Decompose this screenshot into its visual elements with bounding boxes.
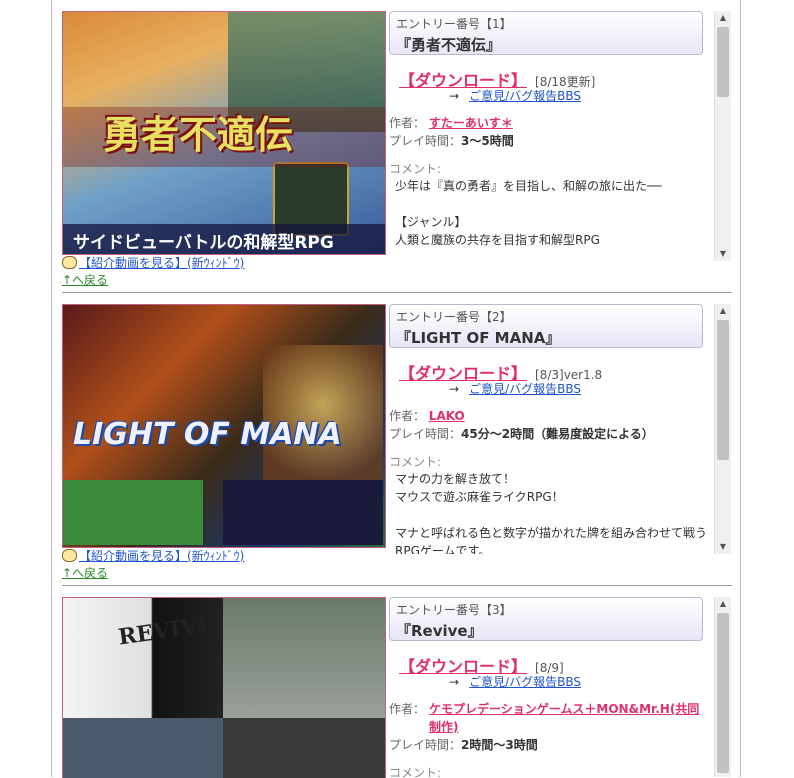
entry-divider xyxy=(62,292,732,293)
entry-title: 『LIGHT OF MANA』 xyxy=(396,329,561,347)
bbs-link-3[interactable]: ご意見/バグ報告BBS xyxy=(469,675,581,689)
arrow-icon: → xyxy=(449,89,460,103)
comment-label: コメント: xyxy=(389,766,442,777)
entry-title: 『勇者不適伝』 xyxy=(396,36,502,54)
entry-card-1: 勇者不適伝 サイドビューバトルの和解型RPG エントリー番号【1】 『勇者不適伝… xyxy=(62,11,732,291)
bbs-link-1[interactable]: ご意見/バグ報告BBS xyxy=(469,89,581,103)
play-time: 45分～2時間（難易度設定による） xyxy=(461,427,654,441)
video-link-1[interactable]: 【紹介動画を見る】(新ｳｨﾝﾄﾞｳ) xyxy=(79,256,244,270)
comment-text: マナの力を解き放て！ マウスで遊ぶ麻雀ライクRPG！ マナと呼ばれる色と数字が描… xyxy=(395,472,707,554)
entry-info-3: エントリー番号【3】 『Revive』 【ダウンロード】 [8/9] → ご意見/バ… xyxy=(389,597,707,777)
entry-number: エントリー番号【2】 xyxy=(396,310,512,324)
arrow-icon: → xyxy=(449,382,460,396)
info-scrollbar-3[interactable]: ▲ xyxy=(714,597,731,777)
info-scrollbar-1[interactable]: ▲ ▼ xyxy=(714,11,731,261)
comment-label: コメント: xyxy=(389,455,442,469)
play-time-label: プレイ時間： xyxy=(389,134,462,148)
play-time-label: プレイ時間： xyxy=(389,427,462,441)
arrow-icon: → xyxy=(449,675,460,689)
scroll-down-icon[interactable]: ▼ xyxy=(715,247,731,261)
scroll-up-icon[interactable]: ▲ xyxy=(715,11,731,25)
game-logo-1: 勇者不適伝 xyxy=(103,112,294,157)
entry-info-2: エントリー番号【2】 『LIGHT OF MANA』 【ダウンロード】 [8/3]… xyxy=(389,304,707,554)
info-scrollbar-2[interactable]: ▲ ▼ xyxy=(714,304,731,554)
scroll-down-icon[interactable]: ▼ xyxy=(715,540,731,554)
game-screenshot-1[interactable]: 勇者不適伝 サイドビューバトルの和解型RPG xyxy=(62,11,386,255)
scroll-up-icon[interactable]: ▲ xyxy=(715,597,731,611)
play-time: 3～5時間 xyxy=(461,134,514,148)
play-time: 2時間～3時間 xyxy=(461,738,538,752)
entry-header-2: エントリー番号【2】 『LIGHT OF MANA』 xyxy=(389,304,703,348)
scroll-thumb[interactable] xyxy=(717,27,729,97)
game-tagline-1: サイドビューバトルの和解型RPG xyxy=(73,233,334,253)
entry-number: エントリー番号【3】 xyxy=(396,603,512,617)
scroll-thumb[interactable] xyxy=(717,320,729,460)
comment-label: コメント: xyxy=(389,162,442,176)
entry-divider xyxy=(62,585,732,586)
content-frame-left xyxy=(51,0,52,777)
video-link-2[interactable]: 【紹介動画を見る】(新ｳｨﾝﾄﾞｳ) xyxy=(79,549,244,563)
entry-number: エントリー番号【1】 xyxy=(396,17,512,31)
scroll-thumb[interactable] xyxy=(717,613,729,773)
entry-title: 『Revive』 xyxy=(396,622,483,640)
scroll-up-icon[interactable]: ▲ xyxy=(715,304,731,318)
game-screenshot-3[interactable]: REVIVE xyxy=(62,597,386,778)
video-camera-icon xyxy=(62,256,77,269)
content-frame-right xyxy=(740,0,741,777)
entry-header-1: エントリー番号【1】 『勇者不適伝』 xyxy=(389,11,703,55)
author-link-3[interactable]: ケモプレデーションゲームス＋MON&Mr.H(共同制作) xyxy=(429,700,707,736)
entry-card-2: LIGHT OF MANA エントリー番号【2】 『LIGHT OF MANA』… xyxy=(62,304,732,584)
entry-header-3: エントリー番号【3】 『Revive』 xyxy=(389,597,703,641)
entry-info-1: エントリー番号【1】 『勇者不適伝』 【ダウンロード】 [8/18更新] → ご意見… xyxy=(389,11,707,261)
video-camera-icon xyxy=(62,549,77,562)
author-link-1[interactable]: すたーあいす＊ xyxy=(429,116,513,130)
bbs-link-2[interactable]: ご意見/バグ報告BBS xyxy=(469,382,581,396)
game-logo-2: LIGHT OF MANA xyxy=(73,417,342,452)
author-label: 作者： xyxy=(389,702,426,716)
back-to-top-link-2[interactable]: ↑へ戻る xyxy=(62,565,244,582)
author-link-2[interactable]: LAKO xyxy=(429,409,465,423)
author-label: 作者： xyxy=(389,409,426,423)
play-time-label: プレイ時間： xyxy=(389,738,462,752)
entry-card-3: REVIVE エントリー番号【3】 『Revive』 【ダウンロード】 [8/9]… xyxy=(62,597,732,778)
back-to-top-link-1[interactable]: ↑へ戻る xyxy=(62,272,244,289)
game-screenshot-2[interactable]: LIGHT OF MANA xyxy=(62,304,386,548)
author-label: 作者： xyxy=(389,116,426,130)
comment-text: 少年は『真の勇者』を目指し、和解の旅に出た── 【ジャンル】 人類と魔族の共存を… xyxy=(395,179,662,247)
